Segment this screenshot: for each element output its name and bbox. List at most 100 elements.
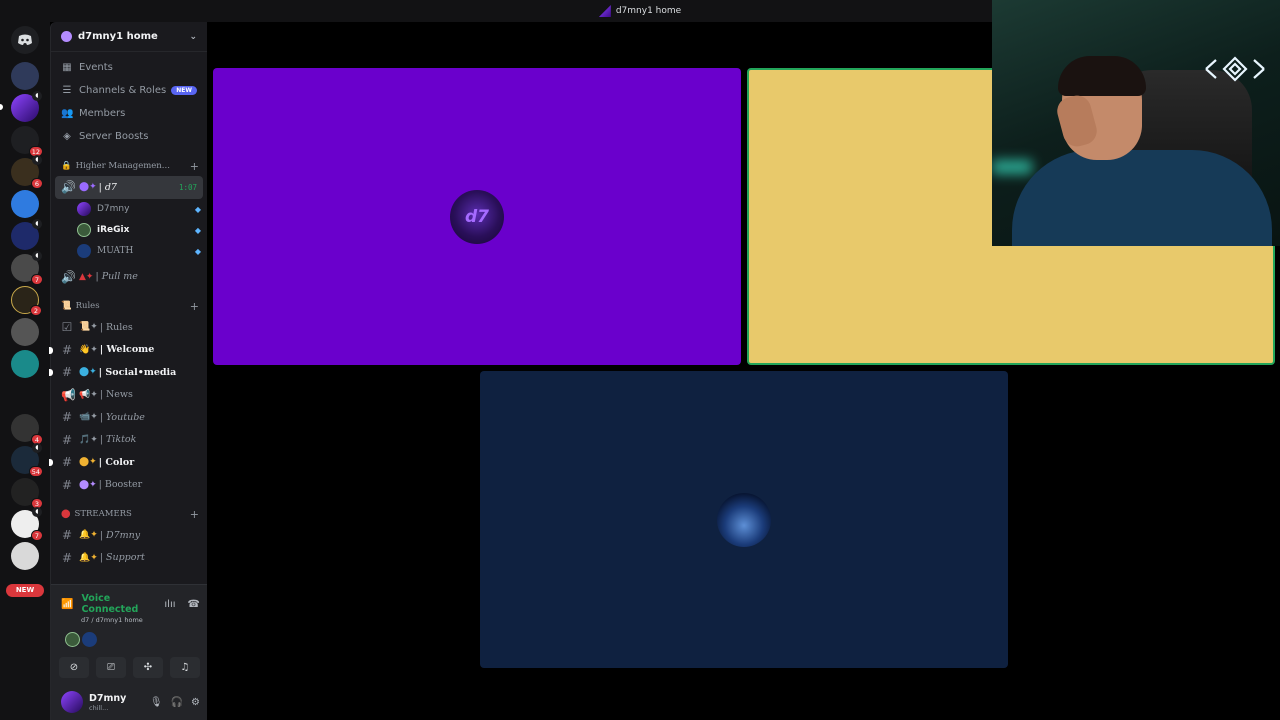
avatar: [82, 632, 97, 647]
voice-connected-status[interactable]: Voice Connected: [81, 593, 164, 615]
server-icon[interactable]: ◖ 7: [11, 507, 43, 541]
list-icon: ☰: [62, 85, 72, 96]
channel-emoji-icon: 👋✦: [79, 344, 98, 355]
voice-panel: 📶 Voice Connected ılıı ☎ d7 / d7mny1 hom…: [51, 584, 208, 720]
server-icon[interactable]: 12: [11, 126, 43, 157]
hash-icon: #: [61, 365, 73, 380]
avatar[interactable]: [61, 691, 83, 713]
voice-user[interactable]: MUATH ◆: [51, 241, 207, 262]
server-icon-active[interactable]: ◖: [11, 91, 42, 122]
channel-emoji-icon: ⬤✦: [79, 367, 97, 378]
channel-rules[interactable]: ☑ 📜✦ | Rules: [51, 316, 207, 339]
server-icon[interactable]: [11, 318, 39, 346]
screen-share-button[interactable]: ⎚: [96, 657, 126, 678]
led-glow: [992, 160, 1032, 174]
server-icon[interactable]: [11, 350, 39, 378]
gem-icon: ◆: [194, 204, 201, 214]
red-dot-icon: ⬤: [61, 509, 71, 519]
voice-channel-pull-me[interactable]: 🔊 ▲✦ | Pull me: [51, 266, 207, 289]
disconnect-icon[interactable]: ☎: [188, 599, 200, 610]
camera-off-button[interactable]: ⊘: [59, 657, 89, 678]
username: D7mny: [89, 692, 127, 704]
gear-icon[interactable]: ⚙: [191, 697, 200, 708]
mention-badge: 2: [30, 305, 42, 316]
channel-support[interactable]: # 🔔✦ | Support: [51, 547, 207, 570]
server-icon[interactable]: [11, 190, 39, 218]
avatar: [77, 223, 91, 237]
avatar: [77, 202, 91, 216]
channel-emoji-icon: 📜✦: [79, 322, 98, 333]
server-icon[interactable]: [11, 382, 39, 410]
nav-events[interactable]: ▦ Events: [51, 56, 207, 79]
server-icon[interactable]: [11, 542, 39, 570]
voice-indicator-icon: ◖: [32, 91, 42, 101]
category-higher-management[interactable]: 🔒 Higher Managemen... +: [51, 156, 207, 176]
server-icon[interactable]: 4: [11, 414, 43, 445]
voice-user[interactable]: D7mny ◆: [51, 199, 207, 220]
nav-server-boosts[interactable]: ◈ Server Boosts: [51, 125, 207, 148]
activities-button[interactable]: ✣: [133, 657, 163, 678]
server-icon[interactable]: 3: [11, 478, 43, 509]
avatar: [77, 244, 91, 258]
add-channel-icon[interactable]: +: [190, 160, 199, 173]
gem-icon: ◆: [194, 225, 201, 235]
lock-icon: 🔒: [61, 161, 72, 171]
channel-emoji-icon: 📹✦: [79, 412, 98, 423]
channel-social-media[interactable]: # ⬤✦ | Social•media: [49, 361, 207, 384]
bell-icon: 🔔✦: [79, 530, 98, 541]
noise-suppression-icon[interactable]: ılıı: [164, 599, 175, 610]
soundboard-button[interactable]: ♫: [170, 657, 200, 678]
server-icon[interactable]: ◖ 7: [11, 251, 43, 285]
category-streamers[interactable]: ⬤ STREAMERS +: [51, 504, 207, 524]
mention-badge: 7: [31, 530, 43, 541]
guild-header[interactable]: d7mny1 home ⌄: [51, 22, 207, 52]
channel-color[interactable]: # ⬤✦ | Color: [49, 451, 207, 474]
server-icon[interactable]: ◖: [11, 219, 42, 250]
nav-channels-roles[interactable]: ☰ Channels & Roles NEW: [51, 79, 207, 102]
server-icon[interactable]: ◖ 54: [11, 443, 43, 477]
voice-location[interactable]: d7 / d7mny1 home: [81, 616, 208, 624]
user-status: chill...: [89, 703, 109, 712]
add-channel-icon[interactable]: +: [190, 508, 199, 521]
channel-emoji-icon: 🎵✦: [79, 434, 98, 445]
channel-emoji-icon: ⬤✦: [79, 457, 97, 468]
guild-icon: [61, 31, 72, 42]
channel-welcome[interactable]: # 👋✦ | Welcome: [49, 339, 207, 362]
nav-members[interactable]: 👥 Members: [51, 102, 207, 125]
channel-news[interactable]: 📢 📢✦ | News: [51, 384, 207, 407]
guild-name: d7mny1 home: [78, 31, 158, 42]
participant-tile-muath[interactable]: [480, 371, 1008, 668]
voice-channel-d7[interactable]: 🔊 ⬤✦ | d7 1:07: [55, 176, 203, 199]
hash-icon: #: [61, 477, 73, 492]
server-icon[interactable]: ◖ 6: [11, 155, 43, 189]
channel-emoji-icon: ⬤✦: [79, 479, 97, 490]
channel-booster[interactable]: # ⬤✦ | Booster: [51, 474, 207, 497]
channel-youtube[interactable]: # 📹✦ | Youtube: [51, 406, 207, 429]
discord-home-icon[interactable]: [11, 26, 39, 54]
hash-icon: #: [61, 455, 73, 470]
megaphone-icon: 📢: [61, 387, 76, 402]
active-indicator: [0, 104, 3, 110]
server-rail: ◖ 12 ◖ 6 ◖ ◖ 7 2 4 ◖ 54 3 ◖ 7 NEW: [0, 22, 50, 720]
channel-emoji-icon: ⬤✦: [79, 182, 97, 193]
microphone-icon[interactable]: 🎙: [150, 697, 163, 708]
channel-tiktok[interactable]: # 🎵✦ | Tiktok: [51, 429, 207, 452]
server-icon[interactable]: 2: [11, 286, 42, 316]
add-channel-icon[interactable]: +: [190, 300, 199, 313]
speaker-icon: 🔊: [61, 180, 76, 195]
channel-d7mny[interactable]: # 🔔✦ | D7mny: [51, 524, 207, 547]
hash-icon: #: [61, 410, 73, 425]
category-rules[interactable]: 📜 Rules +: [51, 296, 207, 316]
neon-logo-icon: [1205, 56, 1265, 82]
channel-sidebar: d7mny1 home ⌄ ▦ Events ☰ Channels & Roles N…: [49, 22, 208, 720]
participant-tile-d7mny[interactable]: d7: [213, 68, 741, 365]
server-icon[interactable]: [11, 62, 39, 90]
signal-icon[interactable]: 📶: [61, 599, 73, 610]
checkbox-icon: ☑: [61, 320, 73, 335]
headphones-icon[interactable]: 🎧: [171, 697, 183, 708]
new-server-badge: NEW: [6, 584, 44, 597]
voice-user[interactable]: iReGix ◆: [51, 220, 207, 241]
channel-emoji-icon: 📢✦: [79, 389, 98, 400]
boost-icon: ◈: [63, 131, 71, 142]
chevron-down-icon: ⌄: [189, 31, 197, 42]
